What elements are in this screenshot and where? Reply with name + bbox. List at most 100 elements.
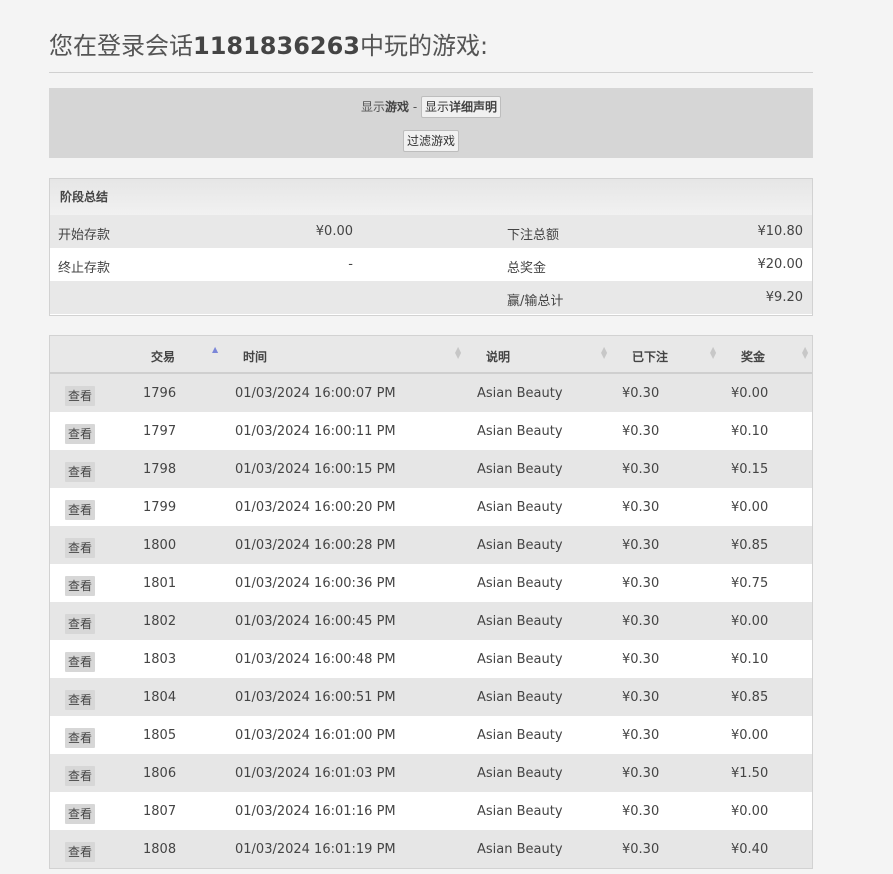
opening-balance-value: ¥0.00: [315, 224, 353, 239]
win: ¥0.10: [731, 652, 769, 667]
transaction-id: 1801: [143, 576, 177, 591]
view-button[interactable]: 查看: [65, 614, 96, 634]
table-row: 查看 1799 01/03/2024 16:00:20 PM Asian Beauty…: [50, 488, 812, 526]
period-summary: 阶段总结 开始存款 ¥0.00 下注总额 ¥10.80 终止存款 - 总奖金 ¥…: [49, 178, 813, 316]
bet: ¥0.30: [622, 576, 660, 591]
show-details-button[interactable]: 显示详细声明: [420, 96, 502, 118]
time: 01/03/2024 16:01:16 PM: [235, 804, 396, 819]
win: ¥0.00: [731, 804, 769, 819]
total-win-value: ¥20.00: [757, 257, 804, 272]
table-row: 查看 1804 01/03/2024 16:00:51 PM Asian Beauty…: [50, 678, 812, 716]
time: 01/03/2024 16:01:00 PM: [235, 728, 396, 743]
view-button[interactable]: 查看: [65, 538, 96, 558]
transaction-id: 1799: [143, 500, 177, 515]
total-bet-value: ¥10.80: [757, 224, 804, 239]
show-mode-line: 显示游戏 - 显示详细声明: [49, 96, 813, 118]
col-header-description[interactable]: 说明: [486, 348, 510, 365]
transaction-id: 1806: [143, 766, 177, 781]
sort-both-icon[interactable]: ▲ ▼: [601, 346, 607, 360]
bet: ¥0.30: [622, 690, 660, 705]
view-button[interactable]: 查看: [65, 804, 96, 824]
description: Asian Beauty: [477, 690, 563, 705]
view-button[interactable]: 查看: [65, 462, 96, 482]
table-row: 查看 1797 01/03/2024 16:00:11 PM Asian Beauty…: [50, 412, 812, 450]
title-prefix: 您在登录会话: [49, 32, 193, 60]
summary-row: 开始存款 ¥0.00 下注总额 ¥10.80: [50, 215, 812, 248]
win: ¥0.75: [731, 576, 769, 591]
transaction-id: 1798: [143, 462, 177, 477]
transaction-id: 1805: [143, 728, 177, 743]
bet: ¥0.30: [622, 766, 660, 781]
view-button[interactable]: 查看: [65, 842, 96, 862]
description: Asian Beauty: [477, 728, 563, 743]
bet: ¥0.30: [622, 538, 660, 553]
title-suffix: 中玩的游戏:: [360, 32, 489, 60]
bet: ¥0.30: [622, 462, 660, 477]
table-row: 查看 1798 01/03/2024 16:00:15 PM Asian Beauty…: [50, 450, 812, 488]
show-games-prefix: 显示: [360, 100, 385, 114]
transaction-id: 1808: [143, 842, 177, 857]
view-button[interactable]: 查看: [65, 386, 96, 406]
filter-panel: 显示游戏 - 显示详细声明 过滤游戏: [49, 88, 813, 158]
col-header-time[interactable]: 时间: [243, 348, 267, 365]
time: 01/03/2024 16:00:28 PM: [235, 538, 396, 553]
session-id: 1181836263: [193, 32, 360, 60]
transaction-id: 1797: [143, 424, 177, 439]
table-row: 查看 1801 01/03/2024 16:00:36 PM Asian Beauty…: [50, 564, 812, 602]
transaction-id: 1800: [143, 538, 177, 553]
separator: -: [409, 100, 421, 114]
table-row: 查看 1796 01/03/2024 16:00:07 PM Asian Beauty…: [50, 374, 812, 412]
table-row: 查看 1800 01/03/2024 16:00:28 PM Asian Beauty…: [50, 526, 812, 564]
win: ¥0.85: [731, 690, 769, 705]
view-button[interactable]: 查看: [65, 766, 96, 786]
win: ¥0.00: [731, 614, 769, 629]
description: Asian Beauty: [477, 652, 563, 667]
summary-row: 终止存款 - 总奖金 ¥20.00: [50, 248, 812, 281]
description: Asian Beauty: [477, 538, 563, 553]
table-row: 查看 1805 01/03/2024 16:01:00 PM Asian Beauty…: [50, 716, 812, 754]
sort-both-icon[interactable]: ▲ ▼: [710, 346, 716, 360]
view-button[interactable]: 查看: [65, 576, 96, 596]
page-title: 您在登录会话1181836263中玩的游戏:: [49, 30, 813, 73]
view-button[interactable]: 查看: [65, 500, 96, 520]
description: Asian Beauty: [477, 424, 563, 439]
table-row: 查看 1803 01/03/2024 16:00:48 PM Asian Beauty…: [50, 640, 812, 678]
closing-balance-label: 终止存款: [58, 261, 111, 276]
view-button[interactable]: 查看: [65, 690, 96, 710]
win: ¥0.85: [731, 538, 769, 553]
time: 01/03/2024 16:01:19 PM: [235, 842, 396, 857]
net-label: 赢/输总计: [507, 294, 564, 309]
col-header-bet[interactable]: 已下注: [632, 348, 668, 365]
table-row: 查看 1802 01/03/2024 16:00:45 PM Asian Beauty…: [50, 602, 812, 640]
sort-asc-icon[interactable]: ▲: [212, 346, 218, 354]
bet: ¥0.30: [622, 652, 660, 667]
time: 01/03/2024 16:01:03 PM: [235, 766, 396, 781]
time: 01/03/2024 16:00:07 PM: [235, 386, 396, 401]
table-row: 查看 1808 01/03/2024 16:01:19 PM Asian Beauty…: [50, 830, 812, 868]
view-button[interactable]: 查看: [65, 728, 96, 748]
transaction-id: 1802: [143, 614, 177, 629]
total-bet-label: 下注总额: [507, 228, 560, 243]
description: Asian Beauty: [477, 500, 563, 515]
table-header: 交易 ▲ 时间 ▲ ▼ 说明 ▲ ▼ 已下注 ▲ ▼ 奖金 ▲ ▼: [50, 336, 812, 374]
view-button[interactable]: 查看: [65, 652, 96, 672]
bet: ¥0.30: [622, 614, 660, 629]
description: Asian Beauty: [477, 842, 563, 857]
time: 01/03/2024 16:00:45 PM: [235, 614, 396, 629]
details-button-prefix: 显示: [424, 100, 449, 114]
show-games-label: 游戏: [385, 100, 410, 114]
col-header-win[interactable]: 奖金: [741, 348, 765, 365]
filter-games-button[interactable]: 过滤游戏: [402, 130, 459, 152]
sort-both-icon[interactable]: ▲ ▼: [455, 346, 461, 360]
col-header-transaction[interactable]: 交易: [151, 348, 175, 365]
bet: ¥0.30: [622, 842, 660, 857]
total-win-label: 总奖金: [507, 261, 547, 276]
sort-both-icon[interactable]: ▲ ▼: [802, 346, 808, 360]
view-button[interactable]: 查看: [65, 424, 96, 444]
description: Asian Beauty: [477, 576, 563, 591]
time: 01/03/2024 16:00:51 PM: [235, 690, 396, 705]
transaction-id: 1804: [143, 690, 177, 705]
description: Asian Beauty: [477, 462, 563, 477]
win: ¥0.40: [731, 842, 769, 857]
win: ¥1.50: [731, 766, 769, 781]
